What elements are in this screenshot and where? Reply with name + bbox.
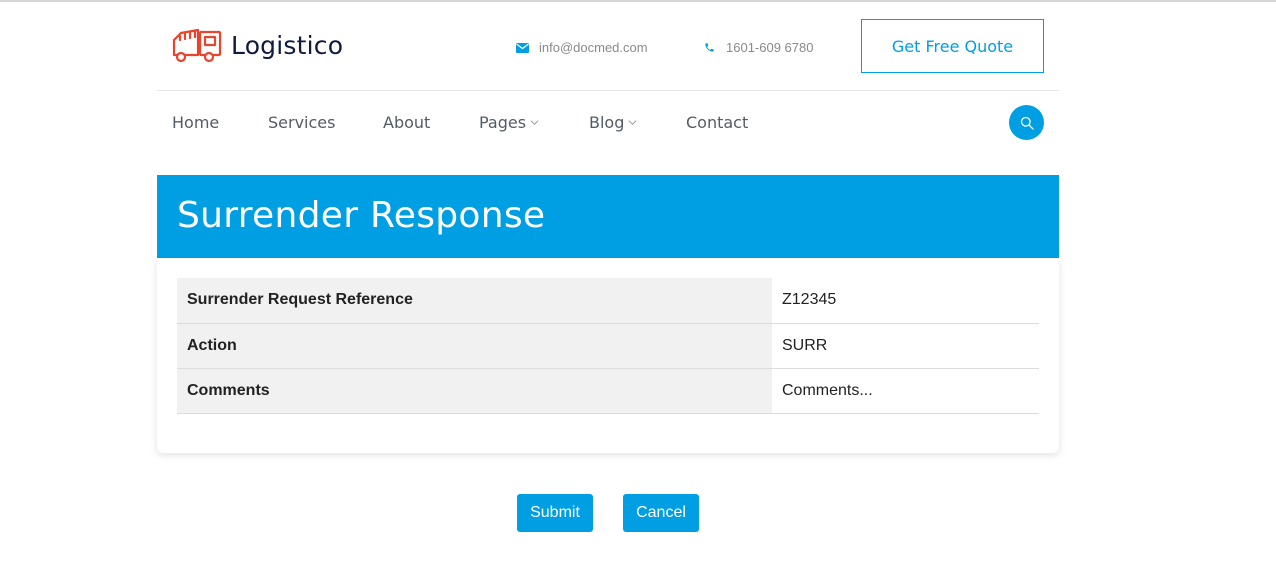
nav-item-about[interactable]: About xyxy=(383,113,430,132)
details-card: Surrender Request Reference Z12345 Actio… xyxy=(157,258,1059,453)
page-title-banner: Surrender Response xyxy=(157,175,1059,258)
phone-icon xyxy=(702,41,716,55)
nav-item-contact[interactable]: Contact xyxy=(686,113,748,132)
submit-button[interactable]: Submit xyxy=(517,494,593,532)
row-value: Comments... xyxy=(772,368,1039,414)
nav-item-label: Home xyxy=(172,113,220,132)
truck-logo-icon xyxy=(172,28,222,63)
logo[interactable]: Logistico xyxy=(171,27,343,63)
details-table: Surrender Request Reference Z12345 Actio… xyxy=(177,278,1039,414)
row-label: Action xyxy=(177,323,772,369)
nav-item-pages[interactable]: Pages xyxy=(479,113,539,132)
table-row: Action SURR xyxy=(177,323,1039,369)
main-nav: Home Services About Pages Blog Contact xyxy=(157,91,1059,155)
get-free-quote-button[interactable]: Get Free Quote xyxy=(861,19,1044,73)
row-label: Surrender Request Reference xyxy=(177,278,772,324)
email-text: info@docmed.com xyxy=(539,40,648,55)
search-button[interactable] xyxy=(1009,105,1044,140)
chevron-down-icon xyxy=(530,120,539,125)
table-row: Comments Comments... xyxy=(177,368,1039,414)
row-value: SURR xyxy=(772,323,1039,369)
nav-item-label: Services xyxy=(268,113,336,132)
row-label: Comments xyxy=(177,368,772,414)
nav-item-label: Contact xyxy=(686,113,749,132)
envelope-icon xyxy=(515,41,529,55)
site-header: Logistico info@docmed.com 1601-609 6780 … xyxy=(157,2,1059,91)
chevron-down-icon xyxy=(628,120,637,125)
nav-item-blog[interactable]: Blog xyxy=(589,113,637,132)
cancel-button[interactable]: Cancel xyxy=(623,494,699,532)
nav-item-home[interactable]: Home xyxy=(172,113,219,132)
nav-item-services[interactable]: Services xyxy=(268,113,335,132)
nav-item-label: Pages xyxy=(479,113,527,132)
search-icon xyxy=(1020,116,1034,130)
brand-name: Logistico xyxy=(231,30,344,60)
nav-item-label: About xyxy=(383,113,431,132)
nav-item-label: Blog xyxy=(589,113,625,132)
table-row: Surrender Request Reference Z12345 xyxy=(177,278,1039,324)
phone-text: 1601-609 6780 xyxy=(726,40,814,55)
contact-phone[interactable]: 1601-609 6780 xyxy=(702,40,813,55)
row-value: Z12345 xyxy=(772,278,1039,324)
page-title: Surrender Response xyxy=(177,195,546,236)
contact-email[interactable]: info@docmed.com xyxy=(515,40,648,55)
